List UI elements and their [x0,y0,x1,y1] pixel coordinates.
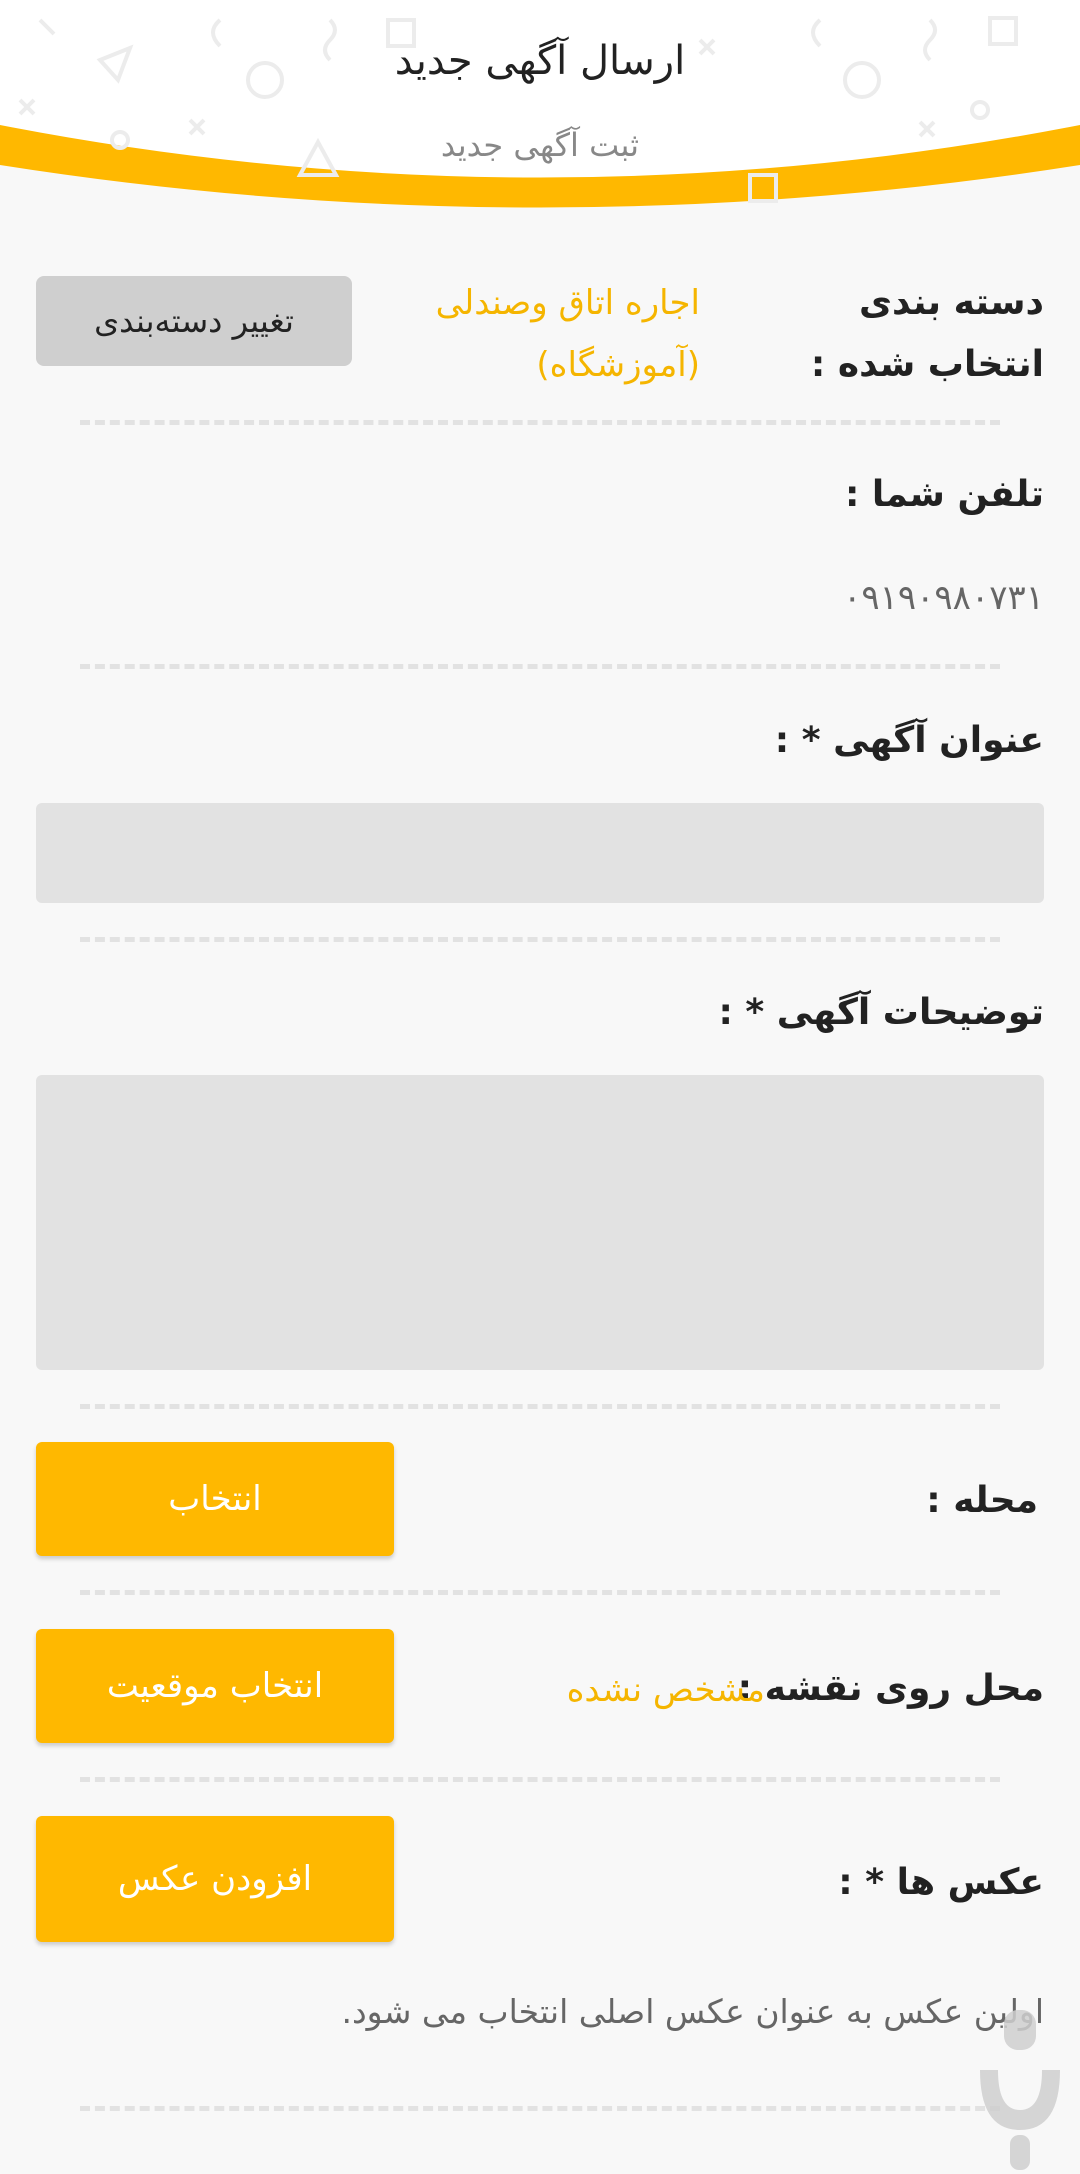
logo-watermark [980,2010,1060,2170]
photos-label: عکس ها * : [838,1862,1044,1903]
change-category-button[interactable]: تغییر دسته‌بندی [36,276,352,366]
map-location-value: مشخص نشده [566,1670,765,1710]
phone-value: ۰۹۱۹۰۹۸۰۷۳۱ [843,578,1044,618]
phone-label: تلفن شما : [844,474,1044,515]
category-label: دسته بندی انتخاب شده : [810,282,1044,385]
header-background [0,0,1080,208]
page-subtitle: ثبت آگهی جدید [440,126,640,164]
divider [80,664,1000,669]
divider [80,937,1000,942]
divider [80,1404,1000,1409]
ad-title-input[interactable] [36,803,1044,903]
page-title: ارسال آگهی جدید [394,38,686,84]
ad-description-textarea[interactable] [36,1075,1044,1370]
neighborhood-label: محله : [926,1480,1038,1521]
header: ارسال آگهی جدید ثبت آگهی جدید [0,0,1080,215]
ad-title-label: عنوان آگهی * : [774,720,1044,761]
divider [80,420,1000,425]
divider [80,1590,1000,1595]
category-value: اجاره اتاق وصندلی (آموزشگاه) [435,283,700,385]
divider [80,1777,1000,1782]
select-location-button[interactable]: انتخاب موقعیت [36,1629,394,1743]
add-photo-button[interactable]: افزودن عکس [36,1816,394,1942]
divider [80,2106,1000,2111]
ad-description-label: توضیحات آگهی * : [718,992,1045,1033]
select-neighborhood-button[interactable]: انتخاب [36,1442,394,1556]
photos-note: اولین عکس به عنوان عکس اصلی انتخاب می شو… [341,1992,1044,2031]
map-location-label: محل روی نقشه : [737,1668,1044,1709]
